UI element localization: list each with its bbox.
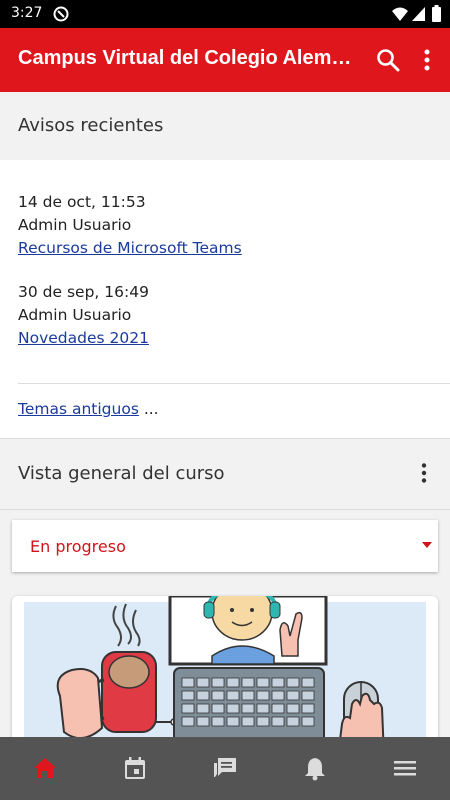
notice-author: Admin Usuario bbox=[18, 306, 132, 324]
signal-icon bbox=[412, 7, 425, 21]
menu-icon[interactable] bbox=[392, 755, 418, 781]
course-overview-menu-icon[interactable] bbox=[412, 461, 436, 485]
bottom-navigation bbox=[0, 737, 450, 800]
recent-notices-title: Avisos recientes bbox=[18, 115, 164, 136]
course-illustration bbox=[24, 596, 426, 756]
course-overview-header: Vista general del curso bbox=[0, 438, 450, 510]
course-overview-title: Vista general del curso bbox=[18, 463, 225, 484]
calendar-icon[interactable] bbox=[122, 755, 148, 781]
older-topics: Temas antiguos ... bbox=[18, 400, 159, 418]
notice-link[interactable]: Recursos de Microsoft Teams bbox=[18, 239, 242, 257]
app-title: Campus Virtual del Colegio Alemán Valenc… bbox=[18, 47, 358, 69]
notifications-icon[interactable] bbox=[302, 755, 328, 781]
app-bar: Campus Virtual del Colegio Alemán Valenc… bbox=[0, 28, 450, 92]
status-bar: 3:27 bbox=[0, 0, 450, 28]
recent-notices-header: Avisos recientes bbox=[0, 92, 450, 161]
more-options-icon[interactable] bbox=[413, 46, 441, 74]
notice-item: 30 de sep, 16:49 Admin Usuario Novedades… bbox=[18, 281, 149, 350]
notice-link[interactable]: Novedades 2021 bbox=[18, 329, 149, 347]
older-topics-link[interactable]: Temas antiguos bbox=[18, 400, 139, 418]
battery-icon bbox=[432, 5, 441, 22]
notice-date: 30 de sep, 16:49 bbox=[18, 283, 149, 301]
messages-icon[interactable] bbox=[212, 755, 238, 781]
notice-item: 14 de oct, 11:53 Admin Usuario Recursos … bbox=[18, 191, 242, 260]
wifi-icon bbox=[392, 7, 408, 21]
course-card[interactable] bbox=[12, 596, 438, 756]
home-icon[interactable] bbox=[32, 755, 58, 781]
notice-author: Admin Usuario bbox=[18, 216, 132, 234]
older-topics-ellipsis: ... bbox=[138, 400, 159, 418]
search-icon[interactable] bbox=[374, 46, 402, 74]
status-time: 3:27 bbox=[11, 5, 43, 21]
sync-icon bbox=[53, 6, 69, 22]
course-filter-value: En progreso bbox=[30, 537, 126, 556]
divider bbox=[18, 383, 450, 384]
course-filter-select[interactable]: En progreso bbox=[12, 520, 438, 572]
dropdown-arrow-icon bbox=[422, 542, 432, 548]
notice-date: 14 de oct, 11:53 bbox=[18, 193, 146, 211]
